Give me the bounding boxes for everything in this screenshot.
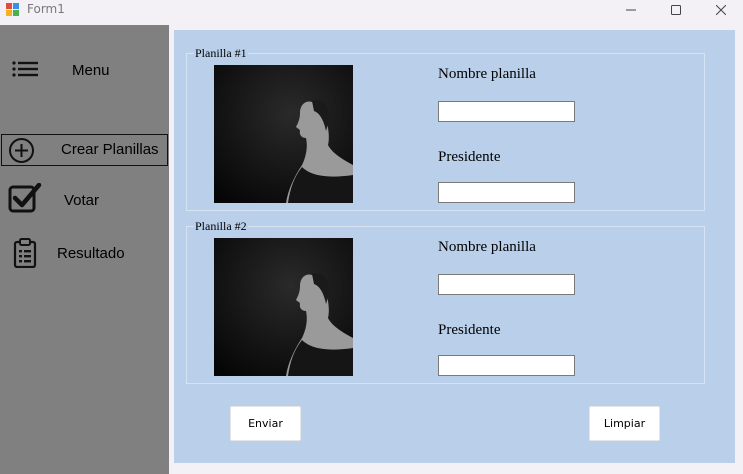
presidente-input[interactable]: [438, 182, 575, 203]
app-icon: [6, 3, 20, 17]
window-title: Form1: [27, 2, 65, 16]
presidente-input[interactable]: [438, 355, 575, 376]
sidebar-item-votar[interactable]: Votar: [0, 182, 169, 218]
maximize-icon: [671, 5, 681, 15]
sidebar-item-label: Resultado: [57, 245, 125, 262]
planilla-1-group: Planilla #1 Nombre planilla Presidente: [186, 46, 705, 211]
sidebar-item-label: Votar: [64, 192, 100, 209]
nombre-planilla-input[interactable]: [438, 274, 575, 295]
sidebar-item-resultado[interactable]: Resultado: [0, 235, 169, 271]
nombre-planilla-input[interactable]: [438, 101, 575, 122]
nombre-planilla-label: Nombre planilla: [438, 239, 536, 255]
planilla-2-group: Planilla #2 Nombre planilla Presidente: [186, 219, 705, 384]
candidate-photo: [214, 238, 353, 376]
close-button[interactable]: [698, 0, 743, 20]
maximize-button[interactable]: [653, 0, 699, 20]
portrait-image: [214, 65, 353, 203]
plus-circle-icon: [9, 138, 34, 163]
minimize-icon: [626, 9, 636, 11]
minimize-button[interactable]: [608, 0, 654, 20]
sidebar: Menu Crear Planillas Votar Resultado: [0, 25, 169, 474]
title-bar: Form1: [0, 0, 743, 21]
enviar-button[interactable]: Enviar: [230, 406, 301, 441]
limpiar-button[interactable]: Limpiar: [589, 406, 660, 441]
candidate-photo: [214, 65, 353, 203]
presidente-label: Presidente: [438, 149, 501, 165]
hamburger-icon: [12, 61, 38, 77]
nombre-planilla-label: Nombre planilla: [438, 66, 536, 82]
sidebar-item-label: Crear Planillas: [61, 141, 159, 158]
group-legend: Planilla #1: [194, 46, 248, 61]
clipboard-icon: [13, 238, 37, 268]
checkbox-icon: [8, 183, 42, 213]
sidebar-item-crear-planillas[interactable]: Crear Planillas: [0, 134, 169, 170]
close-icon: [716, 5, 726, 15]
portrait-image: [214, 238, 353, 376]
menu-toggle[interactable]: Menu: [0, 52, 169, 88]
menu-label: Menu: [72, 62, 110, 79]
main-panel: Planilla #1 Nombre planilla Presidente P…: [174, 30, 735, 463]
group-legend: Planilla #2: [194, 219, 248, 234]
presidente-label: Presidente: [438, 322, 501, 338]
